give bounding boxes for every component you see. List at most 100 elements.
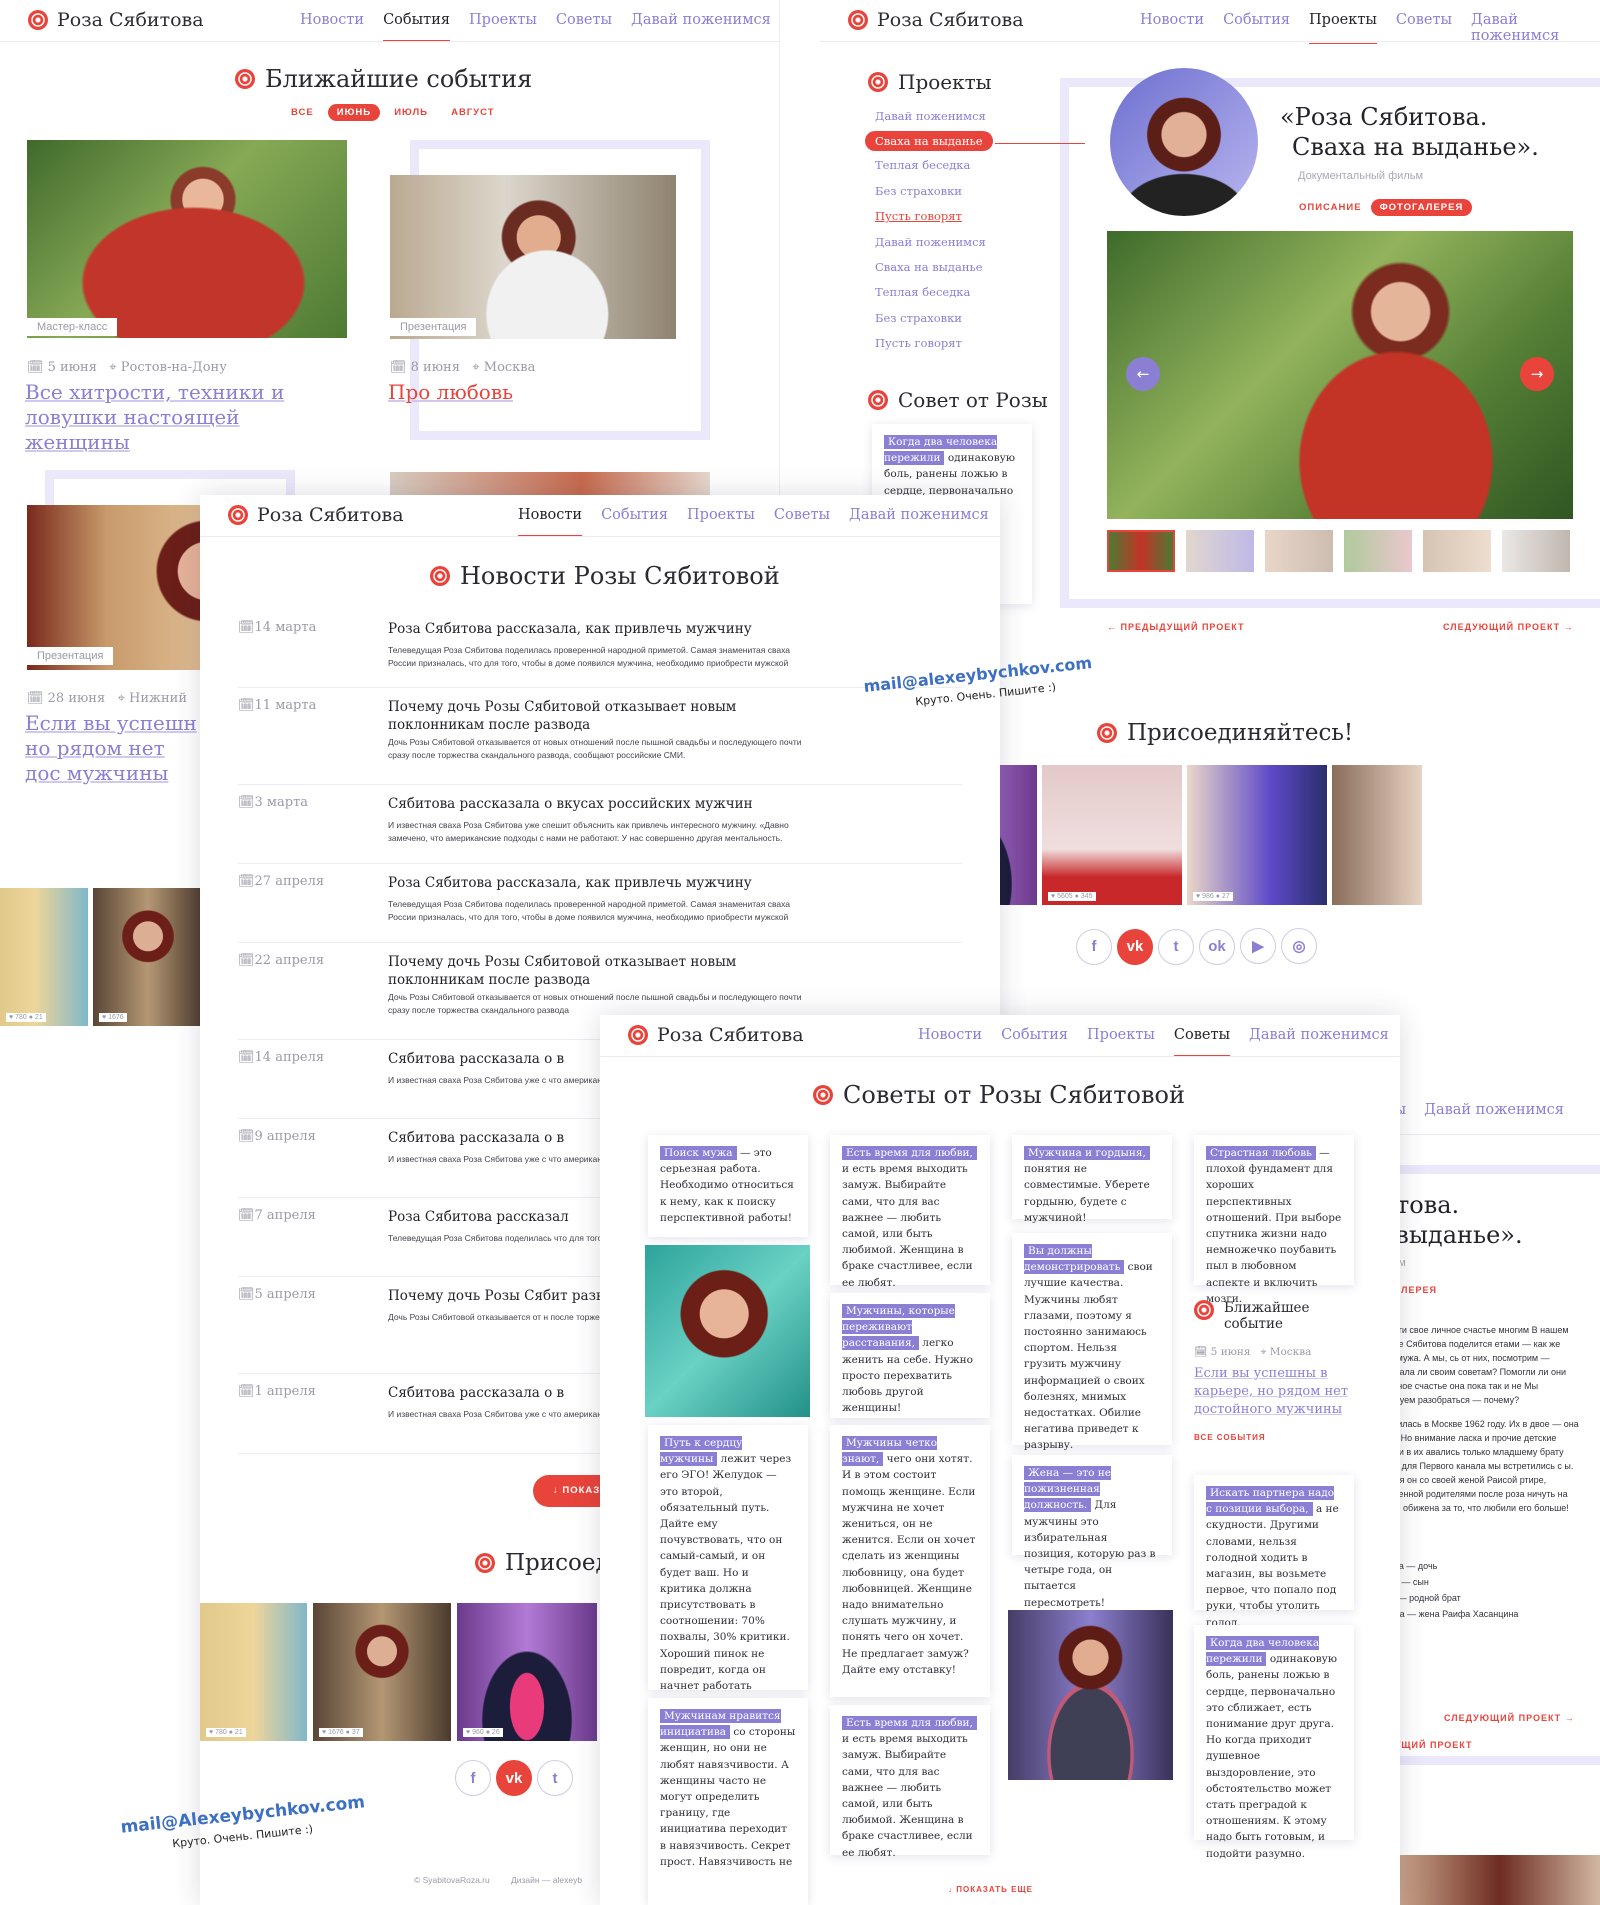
advice-photo [1008, 1610, 1173, 1780]
vk-icon[interactable]: vk [1117, 928, 1153, 965]
news-title[interactable]: Сябитова рассказала о вкусах российских … [388, 795, 803, 813]
nav-events[interactable]: События [383, 12, 451, 41]
gallery-next-button[interactable]: → [1520, 357, 1554, 391]
vk-icon[interactable]: vk [496, 1760, 532, 1796]
show-more-link[interactable]: ↓ ПОКАЗАТЬ ЕЩЕ [948, 1885, 1033, 1894]
instagram-icon[interactable]: ◎ [1281, 928, 1317, 964]
nav-advice[interactable]: Советы [556, 12, 612, 41]
thumbnail[interactable] [1423, 530, 1491, 572]
nav-projects[interactable]: Проекты [1309, 12, 1377, 44]
nav-marry[interactable]: Давай поженимся [1249, 1027, 1389, 1056]
thumbnail[interactable] [1344, 530, 1412, 572]
news-title[interactable]: Почему дочь Розы Сябитовой отказывает но… [388, 953, 803, 989]
nav-marry[interactable]: Давай поженимся [631, 12, 771, 41]
advice-card: Есть время для любви, и есть время выход… [830, 1705, 990, 1859]
rose-logo-icon [868, 72, 888, 92]
brand[interactable]: Роза Сябитова [848, 9, 1024, 31]
odnoklassniki-icon[interactable]: ok [1199, 928, 1235, 965]
thumbnail[interactable] [1502, 530, 1570, 572]
gallery-photo[interactable]: ♥ 1676 [93, 888, 203, 1026]
news-row[interactable]: 🗓3 марта Сябитова рассказала о вкусах рос… [238, 785, 962, 864]
thumbnail[interactable] [1186, 530, 1254, 572]
nav-marry[interactable]: Давай поженимся [1471, 12, 1600, 44]
event-photo[interactable] [27, 505, 227, 670]
gallery-photo[interactable]: ♥ 780 ● 21 [200, 1603, 307, 1741]
news-title[interactable]: Роза Сябитова рассказала, как привлечь м… [388, 874, 803, 892]
advice-page: Роза Сябитова Новости События Проекты Со… [600, 1015, 1400, 1905]
project-item-selected[interactable]: Сваха на выданье [865, 131, 993, 152]
project-item[interactable]: Пусть говорят [865, 331, 995, 356]
filter-all[interactable]: ВСЕ [282, 104, 323, 121]
tab-description[interactable]: ОПИСАНИЕ [1290, 199, 1371, 216]
nav-advice[interactable]: Советы [1396, 12, 1452, 44]
advice-card: Мужчины, которые переживают расставания,… [830, 1293, 990, 1418]
event-photo[interactable] [27, 140, 347, 338]
project-item[interactable]: Давай поженимся [865, 104, 995, 129]
event-photo[interactable] [390, 175, 676, 339]
project-item[interactable]: Теплая беседка [865, 280, 995, 305]
facebook-icon[interactable]: f [455, 1760, 491, 1796]
social-buttons: f vk t [455, 1760, 578, 1796]
tab-gallery[interactable]: ФОТОГАЛЕРЕЯ [1370, 199, 1473, 216]
gallery-photo[interactable]: ♥ 780 ● 21 [0, 888, 88, 1026]
nav-projects[interactable]: Проекты [469, 12, 537, 41]
nav-marry[interactable]: Давай поженимся [849, 507, 989, 536]
filter-july[interactable]: ИЮЛЬ [385, 104, 437, 121]
news-row[interactable]: 🗓27 апреля Роза Сябитова рассказала, как … [238, 864, 962, 943]
gallery-photo[interactable]: ♥ 986 ● 27 [1187, 765, 1327, 905]
project-item[interactable]: Без страховки [865, 306, 995, 331]
nav-events[interactable]: События [1001, 1027, 1068, 1056]
top-nav: Роза Сябитова Новости События Проекты Со… [200, 495, 1000, 537]
gallery-photo[interactable]: ♥ 1676 ● 37 [313, 1603, 451, 1741]
next-project-link[interactable]: СЛЕДУЮЩИЙ ПРОЕКТ → [1443, 622, 1574, 632]
nav-advice[interactable]: Советы [774, 507, 830, 536]
nav-news[interactable]: Новости [518, 507, 583, 536]
month-filter: ВСЕ ИЮНЬ ИЮЛЬ АВГУСТ [282, 100, 504, 121]
thumbnail[interactable] [1265, 530, 1333, 572]
nav-projects[interactable]: Проекты [687, 507, 755, 536]
gallery-photo[interactable]: ♥ 5605 ● 345 [1042, 765, 1182, 905]
nav-news[interactable]: Новости [918, 1027, 982, 1056]
news-row[interactable]: 🗓14 марта Роза Сябитова рассказала, как п… [238, 610, 962, 688]
filter-august[interactable]: АВГУСТ [442, 104, 503, 121]
brand[interactable]: Роза Сябитова [628, 1024, 804, 1046]
gallery-thumbnails [1107, 530, 1570, 572]
nav-marry[interactable]: Давай поженимся [1424, 1102, 1564, 1134]
nav-news[interactable]: Новости [1140, 12, 1204, 44]
youtube-icon[interactable]: ▶ [1240, 928, 1276, 964]
prev-project-link[interactable]: ← ПРЕДЫДУЩИЙ ПРОЕКТ [1107, 622, 1245, 632]
event-title-link[interactable]: Все хитрости, техники и ловушки настояще… [25, 380, 315, 455]
filter-june[interactable]: ИЮНЬ [327, 104, 381, 121]
nav-projects[interactable]: Проекты [1087, 1027, 1155, 1056]
project-item[interactable]: Пусть говорят [865, 204, 995, 229]
project-avatar [1110, 68, 1258, 216]
nav-events[interactable]: События [1223, 12, 1290, 44]
project-item[interactable]: Давай поженимся [865, 230, 995, 255]
gallery-photo[interactable]: ♥ 960 ● 26 [457, 1603, 597, 1741]
gallery-prev-button[interactable]: ← [1126, 357, 1160, 391]
rose-logo-icon [1097, 723, 1117, 743]
nav-events[interactable]: События [601, 507, 668, 536]
next-project-link[interactable]: СЛЕДУЮЩИЙ ПРОЕКТ → [1444, 1713, 1575, 1723]
event-title-link[interactable]: Про любовь [388, 380, 513, 405]
news-title[interactable]: Роза Сябитова рассказала, как привлечь м… [388, 620, 803, 638]
project-item[interactable]: Теплая беседка [865, 153, 995, 178]
all-events-link[interactable]: ВСЕ СОБЫТИЯ [1194, 1433, 1266, 1442]
thumbnail[interactable] [1107, 530, 1175, 572]
twitter-icon[interactable]: t [537, 1760, 573, 1796]
event-title-link[interactable]: Если вы успешны в карьере, но рядом нет … [1194, 1365, 1354, 1419]
event-title-link[interactable]: Если вы успешн но рядом нет дос мужчины [25, 711, 205, 786]
brand[interactable]: Роза Сябитова [28, 9, 204, 31]
project-item[interactable]: Сваха на выданье [865, 255, 995, 280]
project-item[interactable]: Без страховки [865, 179, 995, 204]
gallery-photo[interactable] [1332, 765, 1422, 905]
nav-advice[interactable]: Советы [1173, 1027, 1231, 1056]
news-title[interactable]: Почему дочь Розы Сябитовой отказывает но… [388, 698, 803, 734]
gallery-photo[interactable] [1400, 1855, 1600, 1905]
twitter-icon[interactable]: t [1158, 928, 1194, 965]
news-row[interactable]: 🗓11 марта Почему дочь Розы Сябитовой отка… [238, 688, 962, 785]
brand[interactable]: Роза Сябитова [228, 504, 404, 526]
nav-news[interactable]: Новости [300, 12, 364, 41]
facebook-icon[interactable]: f [1076, 928, 1112, 965]
news-date: 🗓14 марта [238, 620, 317, 635]
